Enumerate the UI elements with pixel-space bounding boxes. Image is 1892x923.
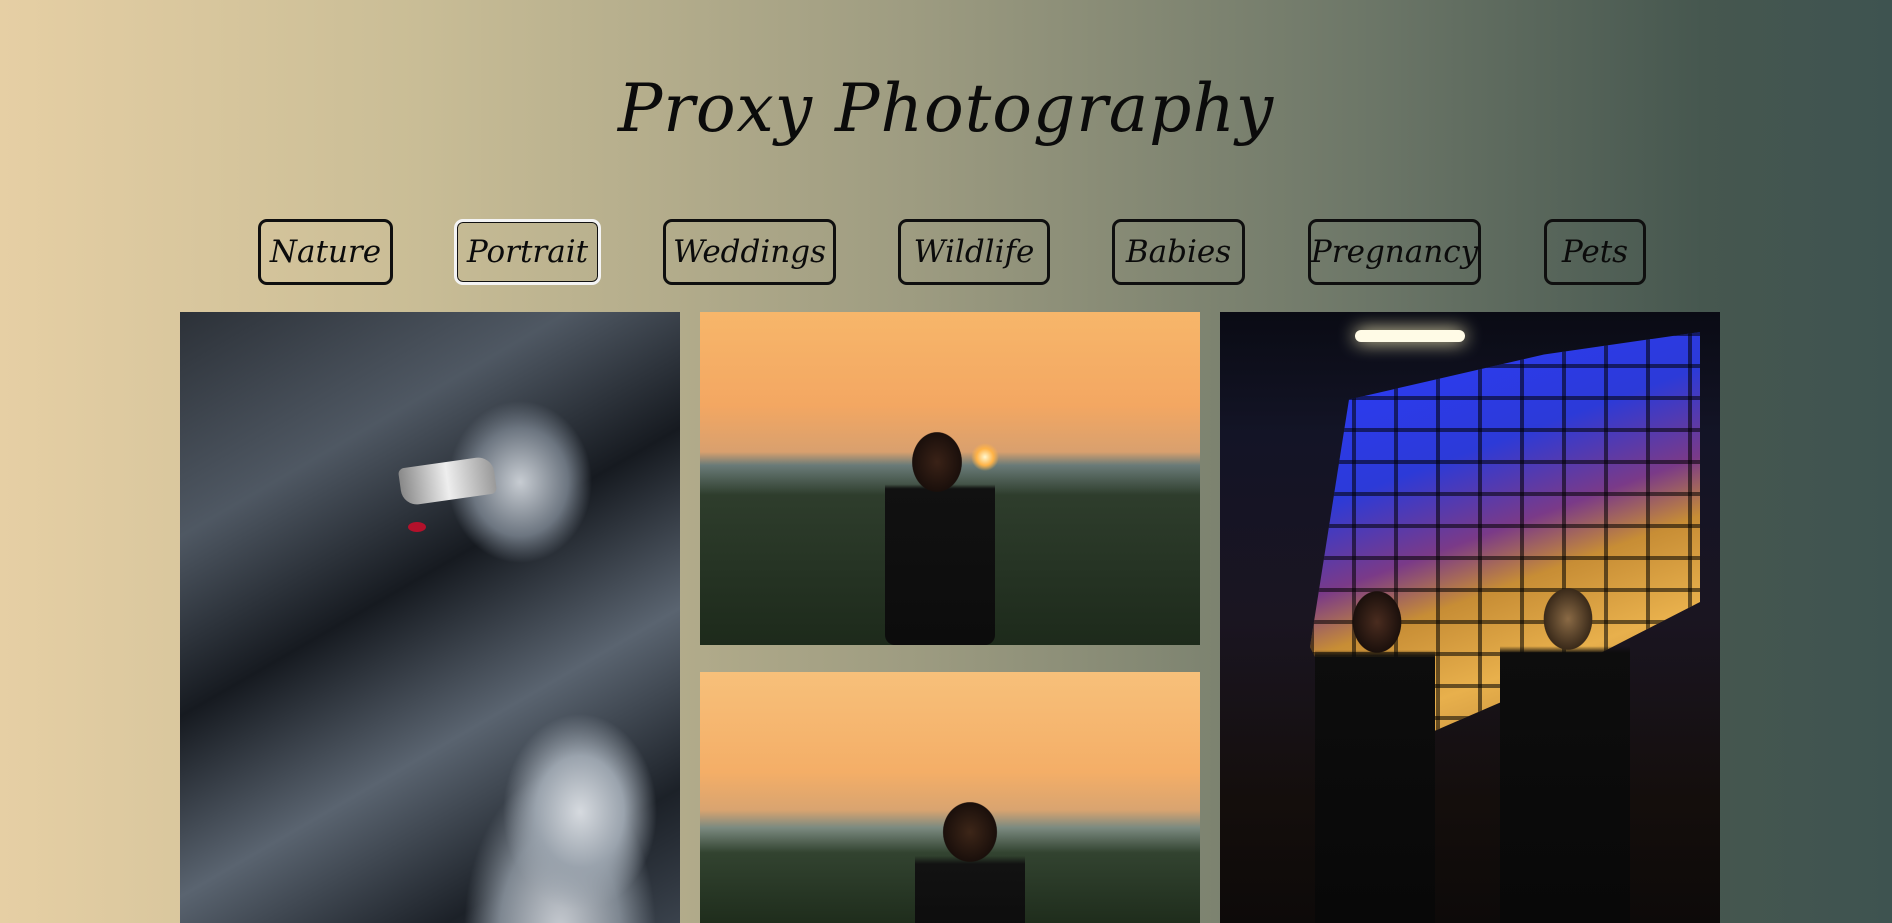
- nav-button-babies[interactable]: Babies: [1112, 219, 1245, 285]
- photo-detail-sunglasses: [397, 455, 498, 507]
- gallery-photo-sunset-closeup[interactable]: [700, 672, 1200, 923]
- nav-button-pregnancy[interactable]: Pregnancy: [1308, 219, 1481, 285]
- photo-detail-figure: [915, 792, 1025, 923]
- nav-button-nature[interactable]: Nature: [258, 219, 393, 285]
- photo-detail-figure: [885, 422, 995, 645]
- page-title: Proxy Photography: [617, 70, 1275, 147]
- nav-button-portrait[interactable]: Portrait: [454, 219, 601, 285]
- photo-detail-person: [1315, 582, 1435, 923]
- gallery-photo-sunset-field[interactable]: [700, 312, 1200, 645]
- gallery-photo-silver-jacket[interactable]: [180, 312, 680, 923]
- nav-button-weddings[interactable]: Weddings: [663, 219, 836, 285]
- nav-button-wildlife[interactable]: Wildlife: [898, 219, 1050, 285]
- photo-detail-person: [1500, 577, 1630, 923]
- photo-detail-lips: [408, 522, 426, 532]
- photo-detail-street-lamp: [1355, 330, 1465, 342]
- gallery-photo-night-street[interactable]: [1220, 312, 1720, 923]
- nav-button-pets[interactable]: Pets: [1544, 219, 1646, 285]
